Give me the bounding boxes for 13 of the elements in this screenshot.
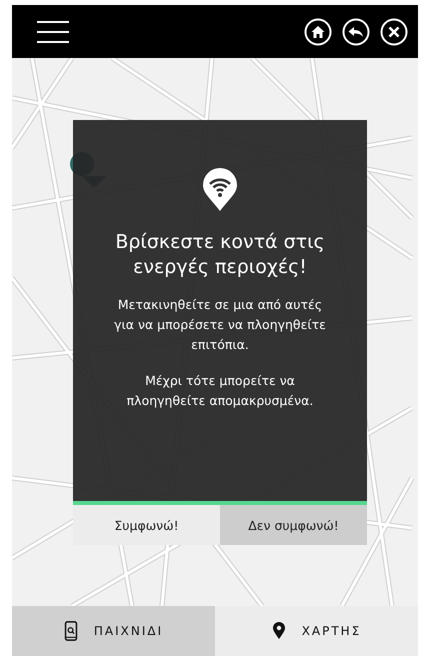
agree-button[interactable]: Συμφωνώ! bbox=[73, 505, 220, 545]
disagree-button[interactable]: Δεν συμφωνώ! bbox=[220, 505, 367, 545]
tab[interactable]: ΠΑΙΧΝΙΔΙ bbox=[12, 606, 215, 656]
dialog-text: Μετακινηθείτε σε μια από αυτές για να μπορέσετε να πλοηγηθείτε επιτόπια. bbox=[113, 296, 327, 354]
dialog-title: Βρίσκεστε κοντά στις ενεργές περιοχές! bbox=[114, 230, 326, 280]
location-pin-icon bbox=[272, 621, 286, 641]
dialog-text: Μέχρι τότε μπορείτε να πλοηγηθείτε απομακρυσμένα. bbox=[126, 372, 314, 410]
tab[interactable]: ΧΑΡΤΗΣ bbox=[215, 606, 418, 656]
close-icon[interactable] bbox=[380, 18, 408, 46]
menu-icon[interactable] bbox=[36, 20, 70, 42]
phone-search-icon bbox=[64, 621, 78, 641]
wifi-pin-icon bbox=[202, 168, 238, 212]
home-icon[interactable] bbox=[304, 18, 332, 46]
